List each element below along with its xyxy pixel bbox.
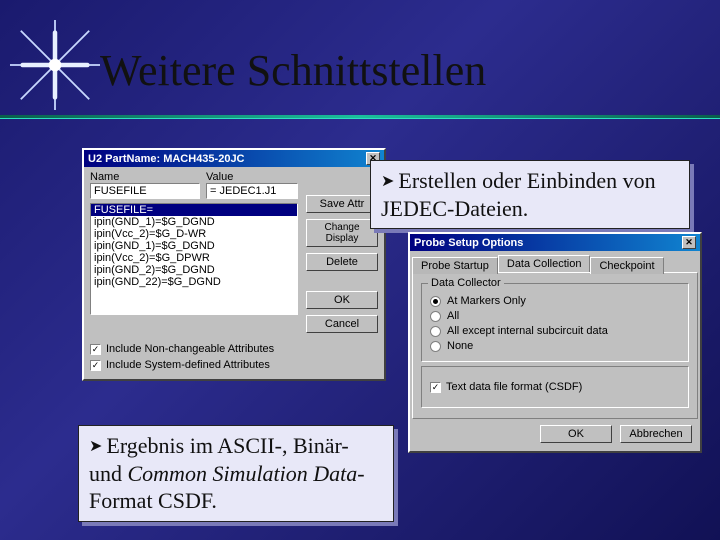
probe-setup-dialog: Probe Setup Options ✕ Probe Startup Data…	[408, 232, 702, 453]
radio-none[interactable]: None	[430, 340, 680, 352]
cancel-button[interactable]: Cancel	[306, 315, 378, 333]
check-label: Include System-defined Attributes	[106, 359, 270, 371]
name-field[interactable]: FUSEFILE	[90, 183, 200, 199]
slide-title: Weitere Schnittstellen	[100, 45, 486, 96]
ok-button[interactable]: OK	[306, 291, 378, 309]
save-attr-button[interactable]: Save Attr	[306, 195, 378, 213]
check-label: Include Non-changeable Attributes	[106, 343, 274, 355]
list-item[interactable]: ipin(GND_22)=$G_DGND	[91, 276, 297, 288]
tabs: Probe Startup Data Collection Checkpoint	[412, 255, 698, 272]
cancel-button[interactable]: Abbrechen	[620, 425, 692, 443]
list-item[interactable]: ipin(GND_2)=$G_DGND	[91, 264, 297, 276]
include-systemdefined-check[interactable]: ✓ Include System-defined Attributes	[90, 359, 378, 371]
bullet-icon: ➤	[89, 438, 102, 455]
radio-markers-only[interactable]: At Markers Only	[430, 295, 680, 307]
part-properties-dialog: U2 PartName: MACH435-20JC ✕ Name FUSEFIL…	[82, 148, 386, 381]
attribute-listbox[interactable]: FUSEFILE= ipin(GND_1)=$G_DGND ipin(Vcc_2…	[90, 203, 298, 315]
value-field[interactable]: = JEDEC1.J1	[206, 183, 298, 199]
tab-data-collection[interactable]: Data Collection	[498, 255, 591, 272]
ok-button[interactable]: OK	[540, 425, 612, 443]
value-label: Value	[206, 171, 298, 183]
radio-all-except[interactable]: All except internal subcircuit data	[430, 325, 680, 337]
dialog-b-title: Probe Setup Options	[414, 237, 523, 249]
dialog-b-titlebar[interactable]: Probe Setup Options ✕	[410, 234, 700, 251]
title-rule	[0, 115, 720, 119]
list-item[interactable]: ipin(Vcc_2)=$G_DPWR	[91, 252, 297, 264]
dialog-a-title: U2 PartName: MACH435-20JC	[88, 153, 245, 165]
bullet-icon: ➤	[381, 173, 394, 190]
delete-button[interactable]: Delete	[306, 253, 378, 271]
starburst-logo	[10, 20, 100, 110]
radio-all[interactable]: All	[430, 310, 680, 322]
list-item[interactable]: ipin(Vcc_2)=$G_D-WR	[91, 228, 297, 240]
list-item[interactable]: ipin(GND_1)=$G_DGND	[91, 216, 297, 228]
tab-checkpoint[interactable]: Checkpoint	[590, 257, 663, 274]
list-header: FUSEFILE=	[91, 204, 297, 216]
csdf-check[interactable]: ✓ Text data file format (CSDF)	[430, 381, 680, 393]
callout-csdf: ➤Ergebnis im ASCII-, Binär- und Common S…	[78, 425, 394, 522]
close-icon[interactable]: ✕	[682, 236, 696, 249]
group-legend: Data Collector	[428, 277, 504, 289]
callout-text-suffix: Format CSDF.	[89, 488, 217, 513]
tab-probe-startup[interactable]: Probe Startup	[412, 257, 498, 274]
callout-text-italic: Common Simulation Data-	[128, 461, 365, 486]
dialog-a-titlebar[interactable]: U2 PartName: MACH435-20JC ✕	[84, 150, 384, 167]
callout-jedec: ➤Erstellen oder Einbinden von JEDEC-Date…	[370, 160, 690, 229]
callout-text: Erstellen oder Einbinden von JEDEC-Datei…	[381, 168, 656, 221]
change-display-button[interactable]: Change Display	[306, 219, 378, 247]
name-label: Name	[90, 171, 200, 183]
data-collector-group: Data Collector At Markers Only All All e…	[421, 283, 689, 362]
list-item[interactable]: ipin(GND_1)=$G_DGND	[91, 240, 297, 252]
include-nonchangeable-check[interactable]: ✓ Include Non-changeable Attributes	[90, 343, 378, 355]
csdf-group: ✓ Text data file format (CSDF)	[421, 366, 689, 408]
check-label: Text data file format (CSDF)	[446, 381, 582, 393]
